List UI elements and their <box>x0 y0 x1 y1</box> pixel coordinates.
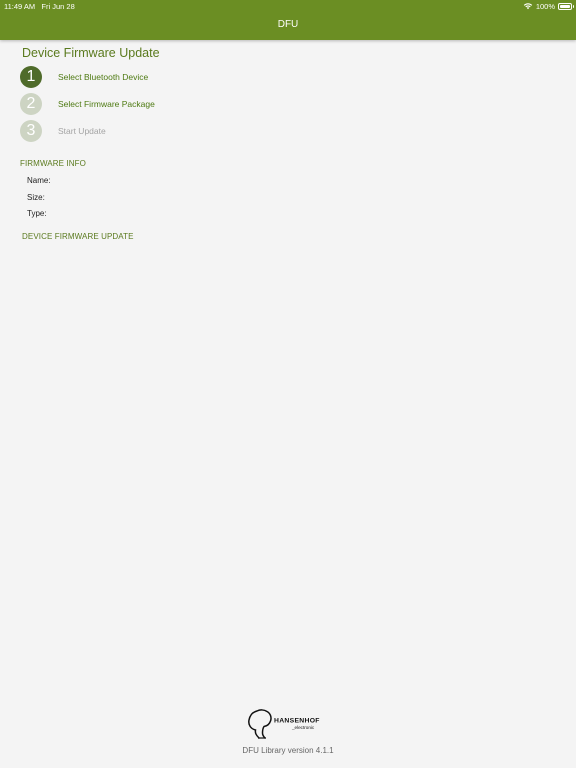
library-version: DFU Library version 4.1.1 <box>242 746 334 755</box>
battery-icon <box>558 2 574 10</box>
nav-title: DFU <box>277 19 299 30</box>
status-bar-time: 11:49 AM Fri Jun 28 <box>4 2 75 11</box>
step-1-circle: 1 <box>20 66 42 88</box>
firmware-size-label: Size: <box>27 193 45 202</box>
firmware-type-label: Type: <box>27 209 47 218</box>
navigation-bar: 11:49 AM Fri Jun 28 100% DFU <box>0 0 576 40</box>
firmware-name-label: Name: <box>27 176 51 185</box>
page-title: Device Firmware Update <box>22 46 160 60</box>
svg-text:HANSENHOF: HANSENHOF <box>274 718 320 725</box>
battery-percent: 100% <box>535 1 555 11</box>
hansenhof-logo: HANSENHOF _electronic <box>248 709 320 739</box>
wifi-icon <box>523 3 533 10</box>
step-2-circle: 2 <box>20 93 42 115</box>
dfu-section-header: DEVICE FIRMWARE UPDATE <box>22 232 134 241</box>
step-2-label[interactable]: Select Firmware Package <box>58 99 155 109</box>
step-select-package[interactable]: 2 Select Firmware Package <box>20 93 155 115</box>
status-date: Fri Jun 28 <box>41 2 75 11</box>
dfu-screen: 11:49 AM Fri Jun 28 100% DFU Device Firm… <box>0 0 576 768</box>
step-start-update: 3 Start Update <box>20 120 106 142</box>
step-3-label: Start Update <box>58 126 106 136</box>
step-3-circle: 3 <box>20 120 42 142</box>
step-select-device[interactable]: 1 Select Bluetooth Device <box>20 66 148 88</box>
step-1-label[interactable]: Select Bluetooth Device <box>58 72 148 82</box>
status-time: 11:49 AM <box>4 2 36 11</box>
svg-text:_electronic: _electronic <box>291 725 315 730</box>
firmware-info-header: FIRMWARE INFO <box>20 159 86 168</box>
status-bar-right: 100% <box>523 1 574 11</box>
